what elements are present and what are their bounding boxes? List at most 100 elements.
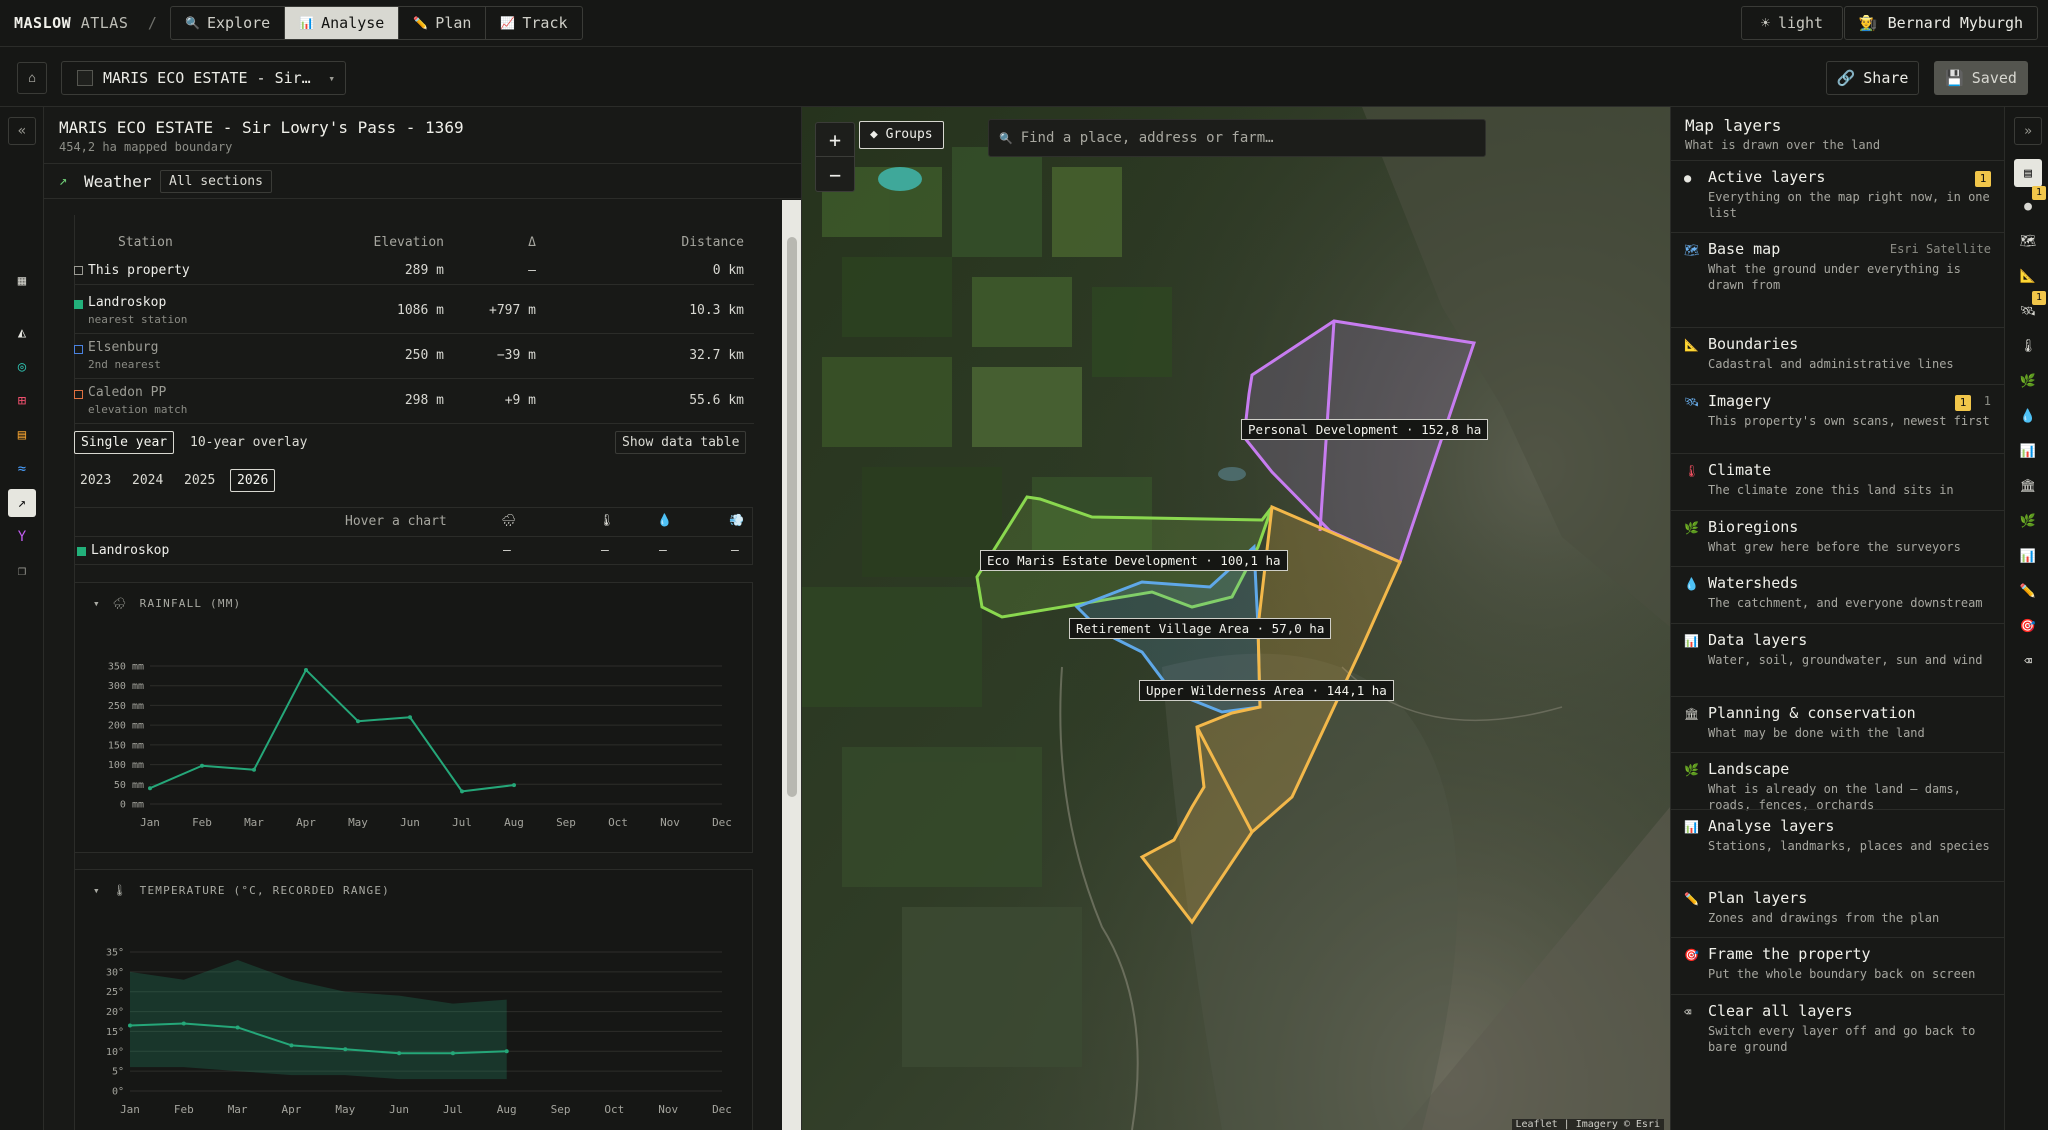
layer-item-frame-the-property[interactable]: 🎯 Frame the property Put the whole boundar… — [1671, 937, 2004, 994]
year-2023-button[interactable]: 2023 — [74, 469, 117, 492]
show-data-table-button[interactable]: Show data table — [615, 431, 747, 454]
brand-logo[interactable]: MASLOW ATLAS / — [14, 14, 157, 32]
rail-button-compass[interactable]: ◎ — [8, 353, 36, 381]
layer-item-imagery[interactable]: 🛰 Imagery This property's own scans, newes… — [1671, 384, 2004, 453]
year-2025-button[interactable]: 2025 — [178, 469, 221, 492]
user-menu-button[interactable]: 👨‍🌾 Bernard Myburgh — [1844, 6, 2038, 40]
project-bar: ⌂ MARIS ECO ESTATE - Sir… ▾ 🔗 Share 💾 Sa… — [0, 47, 2048, 107]
data-point[interactable] — [504, 1049, 509, 1054]
rail-button-weather[interactable]: ↗ — [8, 489, 36, 517]
layer-item-clear-all-layers[interactable]: ⌫ Clear all layers Switch every layer off … — [1671, 994, 2004, 1084]
data-point[interactable] — [128, 1023, 132, 1028]
data-point[interactable] — [289, 1043, 294, 1048]
saved-button[interactable]: 💾 Saved — [1934, 61, 2028, 95]
share-button[interactable]: 🔗 Share — [1826, 61, 1919, 95]
collapse-left-button[interactable]: « — [8, 117, 36, 145]
layer-item-bioregions[interactable]: 🌿 Bioregions What grew here before the sur… — [1671, 510, 2004, 566]
data-point[interactable] — [512, 783, 516, 788]
mode-plan[interactable]: ✏️ Plan — [399, 7, 487, 39]
collapse-right-button[interactable]: » — [2014, 117, 2042, 145]
data-point[interactable] — [148, 786, 152, 791]
rail-button-watershed[interactable]: 💧 — [2014, 402, 2042, 430]
data-point[interactable] — [356, 719, 360, 724]
rail-button-layers[interactable]: ▤ — [2014, 159, 2042, 187]
zone-label-retirement-village[interactable]: Retirement Village Area · 57,0 ha — [1069, 618, 1332, 639]
map-search-box[interactable]: 🔍 — [988, 119, 1486, 157]
rail-button-climate[interactable]: 🌡 — [2014, 332, 2042, 360]
rail-button-water[interactable]: ≈ — [8, 455, 36, 483]
data-point[interactable] — [450, 1051, 455, 1056]
data-point[interactable] — [252, 767, 256, 772]
data-point[interactable] — [343, 1047, 348, 1052]
rail-button-plant[interactable]: Y — [8, 523, 36, 551]
rail-button-data[interactable]: 📊 — [2014, 437, 2042, 465]
data-point[interactable] — [235, 1025, 240, 1030]
zoom-in-button[interactable]: + — [816, 123, 854, 157]
year-2024-button[interactable]: 2024 — [126, 469, 169, 492]
rail-button-layers-panel[interactable]: ▦ — [8, 267, 36, 295]
station-row[interactable]: Landroskop nearest station 1086 m +797 m 10.… — [74, 289, 754, 334]
rail-button-analyse[interactable]: 📊 — [2014, 542, 2042, 570]
rail-button-clear[interactable]: ⌫ — [2014, 647, 2042, 675]
layer-item-data-layers[interactable]: 📊 Data layers Water, soil, groundwater, su… — [1671, 623, 2004, 696]
y-tick-label: 25° — [106, 987, 124, 998]
layer-item-analyse-layers[interactable]: 📊 Analyse layers Stations, landmarks, plac… — [1671, 809, 2004, 881]
home-button[interactable]: ⌂ — [17, 62, 47, 94]
mode-explore[interactable]: 🔍 Explore — [171, 7, 286, 39]
rail-button-frame[interactable]: 🎯 — [2014, 612, 2042, 640]
rail-button-planning[interactable]: 🏛 — [2014, 472, 2042, 500]
station-row[interactable]: This property 289 m — 0 km — [74, 257, 754, 285]
all-sections-button[interactable]: All sections — [160, 170, 272, 193]
rail-button-basemap[interactable]: 🗺 — [2014, 227, 2042, 255]
layer-item-landscape[interactable]: 🌿 Landscape What is already on the land — … — [1671, 752, 2004, 812]
droplet-icon: 💧 — [657, 513, 672, 527]
bioregion-icon: 🌿 — [2019, 373, 2037, 389]
rail-button-terrain[interactable]: ◭ — [8, 319, 36, 347]
col-header-station: Station — [118, 235, 173, 250]
data-point[interactable] — [304, 667, 308, 672]
layer-item-climate[interactable]: 🌡 Climate The climate zone this land sits … — [1671, 453, 2004, 510]
rail-button-boundary[interactable]: 📐 — [2014, 262, 2042, 290]
layer-item-plan-layers[interactable]: ✏️ Plan layers Zones and drawings from the… — [1671, 881, 2004, 937]
zone-label-eco-maris-estate[interactable]: Eco Maris Estate Development · 100,1 ha — [980, 550, 1288, 571]
mode-track[interactable]: 📈 Track — [486, 7, 581, 39]
zone-label-upper-wilderness[interactable]: Upper Wilderness Area · 144,1 ha — [1139, 680, 1394, 701]
layer-item-watersheds[interactable]: 💧 Watersheds The catchment, and everyone d… — [1671, 566, 2004, 623]
map-view[interactable]: + − ◆ Groups 🔍 Personal Development · 15… — [802, 107, 1670, 1130]
zoom-out-button[interactable]: − — [816, 158, 854, 192]
rail-button-landscape[interactable]: 🌿 — [2014, 507, 2042, 535]
data-point[interactable] — [397, 1051, 402, 1056]
rail-button-plan[interactable]: ✏️ — [2014, 577, 2042, 605]
imagery-icon: 🛰 — [2019, 303, 2037, 319]
data-point[interactable] — [181, 1021, 186, 1026]
project-selector[interactable]: MARIS ECO ESTATE - Sir… ▾ — [61, 61, 346, 95]
station-row[interactable]: Caledon PP elevation match 298 m +9 m 55.6 k… — [74, 379, 754, 424]
theme-label: light — [1777, 14, 1824, 32]
rail-button-grid[interactable]: ⊞ — [8, 387, 36, 415]
layer-item-planning-conservation[interactable]: 🏛 Planning & conservation What may be done… — [1671, 696, 2004, 752]
theme-toggle-button[interactable]: ☀ light — [1741, 6, 1843, 40]
layers-panel-icon: ▦ — [17, 273, 27, 289]
zone-label-personal-development[interactable]: Personal Development · 152,8 ha — [1241, 419, 1489, 440]
layer-item-active-layers[interactable]: ● Active layers Everything on the map righ… — [1671, 160, 2004, 232]
ten-year-overlay-button[interactable]: 10-year overlay — [184, 431, 313, 454]
scrollbar-thumb[interactable] — [787, 237, 797, 797]
rail-button-table[interactable]: ▤ — [8, 421, 36, 449]
data-point[interactable] — [408, 715, 412, 720]
year-2026-button[interactable]: 2026 — [230, 469, 276, 492]
station-delta: +9 m — [504, 393, 536, 408]
data-point[interactable] — [460, 789, 464, 794]
layer-item-base-map[interactable]: 🗺 Base map What the ground under everythin… — [1671, 232, 2004, 327]
single-year-button[interactable]: Single year — [74, 431, 175, 454]
mode-analyse[interactable]: 📊 Analyse — [285, 7, 400, 39]
layer-item-boundaries[interactable]: 📐 Boundaries Cadastral and administrative … — [1671, 327, 2004, 384]
groups-button[interactable]: ◆ Groups — [859, 121, 944, 149]
rail-button-copy[interactable]: ❐ — [8, 557, 36, 585]
data-point[interactable] — [200, 763, 204, 768]
station-elevation: 1086 m — [397, 303, 444, 318]
rail-button-bioregion[interactable]: 🌿 — [2014, 367, 2042, 395]
station-row[interactable]: Elsenburg 2nd nearest 250 m −39 m 32.7 km — [74, 334, 754, 379]
map-search-input[interactable] — [1020, 130, 1461, 146]
map-attribution[interactable]: Leaflet | Imagery © Esri — [1511, 1119, 1664, 1130]
data-icon: 📊 — [2019, 443, 2037, 459]
